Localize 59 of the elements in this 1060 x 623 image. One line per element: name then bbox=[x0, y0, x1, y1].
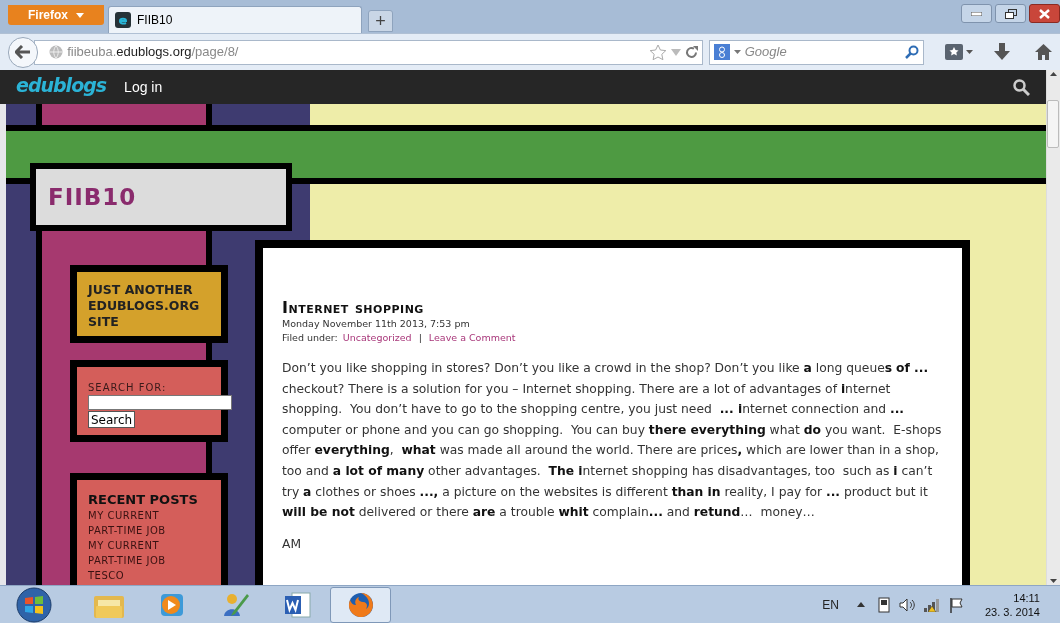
download-icon[interactable] bbox=[994, 43, 1010, 61]
login-link[interactable]: Log in bbox=[124, 76, 163, 98]
separator: | bbox=[417, 331, 423, 345]
restore-button[interactable] bbox=[995, 4, 1026, 23]
search-input[interactable] bbox=[88, 395, 232, 410]
flag-icon[interactable] bbox=[948, 596, 965, 613]
search-icon[interactable] bbox=[904, 45, 919, 59]
scrollbar[interactable] bbox=[1046, 70, 1060, 585]
dropdown-icon[interactable] bbox=[733, 50, 741, 54]
caret-icon bbox=[76, 12, 84, 18]
site-icon bbox=[115, 12, 131, 28]
edublogs-logo[interactable]: edublogs bbox=[16, 70, 107, 100]
filed-under-label: Filed under: bbox=[282, 331, 338, 345]
search-label: SEARCH FOR: bbox=[88, 381, 167, 395]
speaker-icon[interactable] bbox=[898, 597, 915, 612]
close-button[interactable] bbox=[1029, 4, 1060, 23]
scroll-down-icon[interactable] bbox=[1050, 579, 1057, 583]
document-w-icon bbox=[283, 591, 312, 618]
restore-icon bbox=[1004, 8, 1017, 19]
search-button[interactable]: Search bbox=[88, 411, 136, 428]
url-text: fiibeuba.edublogs.org/page/8/ bbox=[67, 43, 239, 62]
recent-post-link[interactable]: TESCO bbox=[88, 568, 184, 583]
post-body: Don’t you like shopping in stores? Don’t you like a crowd in the shop? Don’t you like a long queues of ... checkout? There is a solution for you – Internet shopping. There are a lot of advantages of internet shopping. You don’t have to go to the shopping centre, you just need ... internet connection and ... computer or phone and you can go shopping. You can buy there everything what do you want. E-shops offer everything, what was made all around the world. There are prices, which are lower than in a shop, too and a lot of many other advantages. The internet shopping has disadvantages, too such as i can’t try a clothes or shoes ..., a picture on the websites is different than in reality, I pay for ... product but it will be not delivered or there are a trouble whit complain... and retund… money… bbox=[282, 360, 943, 522]
start-button[interactable] bbox=[14, 586, 54, 623]
search-input[interactable]: Google bbox=[744, 42, 901, 62]
taskbar-button[interactable] bbox=[330, 586, 391, 623]
site-tagline: JUST ANOTHER EDUBLOGS.ORG SITE bbox=[88, 282, 201, 330]
category-link[interactable]: Uncategorized bbox=[342, 331, 412, 345]
star-icon[interactable] bbox=[648, 43, 667, 61]
language-indicator[interactable]: EN bbox=[822, 595, 839, 614]
recent-post-link[interactable]: MY CURRENT PART-TIME JOB bbox=[88, 508, 184, 538]
play-icon bbox=[158, 591, 185, 618]
recent-post-link[interactable]: MY CURRENT PART-TIME JOB bbox=[88, 538, 184, 568]
browser-tab[interactable]: FIIB10 bbox=[108, 6, 362, 33]
post-date: Monday November 11th 2013, 7:53 pm bbox=[282, 317, 471, 331]
device-icon[interactable] bbox=[876, 596, 891, 613]
comment-link[interactable]: Leave a Comment bbox=[428, 331, 516, 345]
back-button[interactable] bbox=[8, 36, 39, 68]
reload-icon[interactable] bbox=[684, 45, 698, 59]
firefox-icon bbox=[346, 590, 375, 619]
signal-icon[interactable] bbox=[922, 597, 941, 612]
scroll-up-icon[interactable] bbox=[1050, 72, 1057, 76]
new-tab-button[interactable]: + bbox=[368, 10, 393, 32]
show-hidden-icons-icon[interactable] bbox=[856, 602, 865, 607]
search-icon[interactable] bbox=[1013, 78, 1030, 96]
back-arrow-icon bbox=[15, 45, 32, 59]
globe-icon bbox=[49, 45, 64, 59]
search-field[interactable]: Google bbox=[708, 39, 924, 65]
scrollbar-thumb[interactable] bbox=[1047, 100, 1059, 148]
minimize-icon bbox=[971, 11, 982, 16]
close-icon bbox=[1039, 8, 1050, 19]
home-icon[interactable] bbox=[1035, 44, 1052, 60]
bookmarks-icon[interactable] bbox=[945, 44, 973, 60]
recent-posts-heading: RECENT POSTS bbox=[88, 492, 199, 508]
site-title[interactable]: FIIB10 bbox=[48, 179, 137, 215]
post-signature: AM bbox=[282, 535, 303, 553]
address-bar[interactable]: fiibeuba.edublogs.org/page/8/ bbox=[34, 39, 703, 65]
clock[interactable]: 14:11 23. 3. 2014 bbox=[984, 590, 1040, 619]
post-title[interactable]: Internet shopping bbox=[282, 299, 942, 317]
